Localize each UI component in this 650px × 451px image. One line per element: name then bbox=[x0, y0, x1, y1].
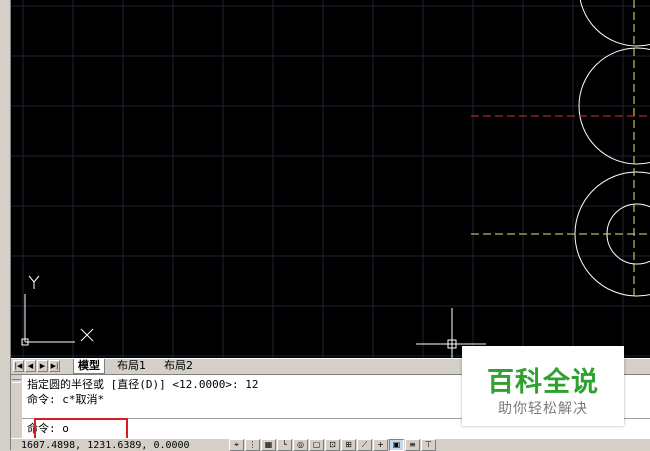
status-bar: 1607.4898, 1231.6389, 0.0000 ⌖ ⋮ ▦ └ ◎ ▢ ⊡ ⊞ ⟋ + ▣… bbox=[11, 438, 650, 451]
window-frame-left bbox=[0, 0, 11, 450]
command-history-line: 命令: c*取消* bbox=[27, 393, 105, 406]
ucs-icon bbox=[21, 275, 94, 346]
coordinate-readout: 1607.4898, 1231.6389, 0.0000 bbox=[21, 440, 190, 451]
status-toggle-ducs-button[interactable]: ⊡ bbox=[325, 439, 340, 451]
grid-lines bbox=[11, 0, 650, 358]
command-window-grip[interactable] bbox=[11, 375, 22, 439]
tab-model[interactable]: 模型 bbox=[73, 359, 105, 374]
tab-nav-prev-button[interactable]: ◀ bbox=[25, 360, 36, 372]
status-toggle-lwt-button[interactable]: ⟋ bbox=[357, 439, 372, 451]
circle-geometry[interactable] bbox=[574, 0, 650, 297]
status-toggle-am-button[interactable]: ⊤ bbox=[421, 439, 436, 451]
command-highlight-box bbox=[34, 418, 128, 440]
status-toggle-dyn-button[interactable]: ⊞ bbox=[341, 439, 356, 451]
watermark-logo: 百科全说 助你轻松解决 bbox=[462, 346, 624, 426]
status-toggle-otrack-button[interactable]: ▢ bbox=[309, 439, 324, 451]
status-toggle-ortho-button[interactable]: ▦ bbox=[261, 439, 276, 451]
status-toggle-sc-button[interactable]: ≡ bbox=[405, 439, 420, 451]
drawing-canvas[interactable] bbox=[11, 0, 650, 358]
watermark-subtitle: 助你轻松解决 bbox=[498, 401, 588, 417]
drawing-svg[interactable] bbox=[11, 0, 650, 358]
status-toggle-model-button[interactable]: + bbox=[373, 439, 388, 451]
status-toggle-qp-button[interactable]: ▣ bbox=[389, 439, 404, 451]
watermark-title: 百科全说 bbox=[487, 367, 599, 398]
command-history-line: 指定圆的半径或 [直径(D)] <12.0000>: 12 bbox=[27, 378, 259, 391]
circle-top[interactable] bbox=[579, 0, 650, 47]
tab-nav-next-button[interactable]: ▶ bbox=[37, 360, 48, 372]
status-toggle-snap-button[interactable]: ⌖ bbox=[229, 439, 244, 451]
tab-layout2[interactable]: 布局2 bbox=[160, 359, 197, 373]
tab-layout1[interactable]: 布局1 bbox=[113, 359, 150, 373]
status-toggle-polar-button[interactable]: └ bbox=[277, 439, 292, 451]
status-toggle-grid-button[interactable]: ⋮ bbox=[245, 439, 260, 451]
tab-nav-last-button[interactable]: ▶| bbox=[49, 360, 60, 372]
status-toggle-osnap-button[interactable]: ◎ bbox=[293, 439, 308, 451]
tab-nav-first-button[interactable]: |◀ bbox=[13, 360, 24, 372]
autocad-window: |◀ ◀ ▶ ▶| 模型 布局1 布局2 指定圆的半径或 [直径(D)] <12… bbox=[0, 0, 650, 451]
